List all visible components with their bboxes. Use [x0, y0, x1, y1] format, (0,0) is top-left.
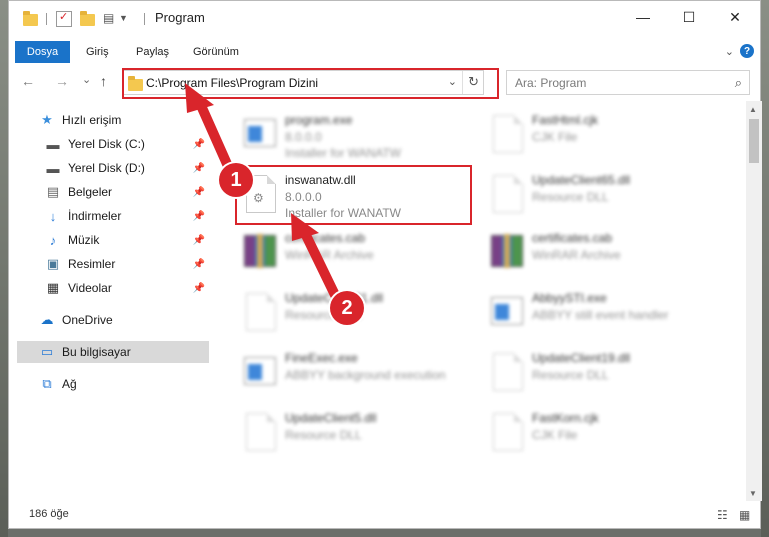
arrow-2-shaft	[298, 224, 340, 300]
arrow-1-shaft	[194, 96, 236, 178]
desktop-background-right	[761, 0, 769, 537]
arrow-2-head	[291, 213, 319, 241]
desktop-background-left	[0, 0, 8, 537]
arrow-1-head	[185, 83, 214, 113]
explorer-window: ✓ ▤ ▼ Program — ☐ ✕ Dosya Giriş Paylaş G…	[8, 0, 762, 529]
callout-2: 2	[330, 291, 364, 325]
annotation-arrows	[185, 83, 340, 300]
callout-1: 1	[219, 163, 253, 197]
